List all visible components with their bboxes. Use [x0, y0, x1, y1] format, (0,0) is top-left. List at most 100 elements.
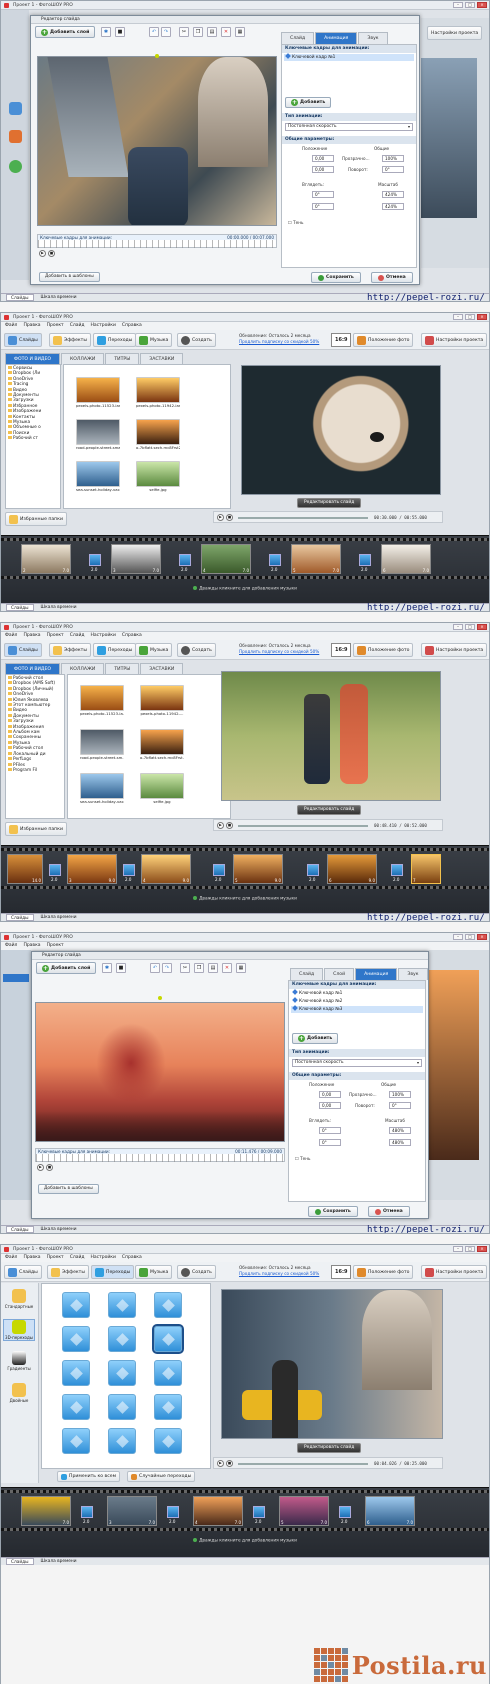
animation-type-select[interactable]: Постоянная скорость — [292, 1059, 422, 1067]
timeline-slide[interactable]: 4 7.0 — [193, 1496, 243, 1526]
status-slides[interactable]: Слайды — [6, 294, 34, 301]
copy-icon[interactable]: ❐ — [193, 27, 203, 37]
timeline-slide[interactable]: 4 9.0 — [141, 854, 191, 884]
tab-create[interactable]: Создать — [177, 643, 216, 657]
menu-help[interactable]: Справка — [122, 632, 142, 640]
transition-item[interactable] — [108, 1428, 136, 1454]
slide-preview[interactable] — [221, 671, 441, 801]
menu-settings[interactable]: Настройки — [91, 1254, 116, 1262]
tab-effects[interactable]: Эффекты — [47, 1265, 89, 1279]
menu-file[interactable]: Файл — [5, 322, 17, 330]
edit-slide-button[interactable]: Редактировать слайд — [297, 1443, 362, 1453]
tab-transitions[interactable]: Переходы — [93, 333, 137, 347]
play-icon[interactable]: ▶ — [217, 1460, 224, 1467]
slide-canvas[interactable] — [37, 56, 277, 226]
music-track[interactable]: Дважды кликните для добавления музыки — [1, 1538, 489, 1544]
scale-y-field[interactable]: 424% — [382, 203, 404, 210]
transition-item[interactable] — [62, 1326, 90, 1352]
transition-icon[interactable] — [391, 864, 403, 876]
menu-edit[interactable]: Правка — [23, 322, 40, 330]
slide-preview[interactable] — [221, 1289, 443, 1439]
stop-icon[interactable]: ■ — [226, 514, 233, 521]
menu-edit[interactable]: Правка — [23, 632, 40, 640]
timeline-slide[interactable]: 3 7.0 — [111, 544, 161, 574]
aspect-ratio-button[interactable]: 16:9 — [331, 643, 352, 657]
thumbnail[interactable]: o-7bflatt.sech.mc8Frst... — [140, 729, 184, 760]
keyframe-item[interactable]: Ключевой кадр №2 — [291, 997, 423, 1005]
tilt-x-field[interactable]: 0° — [319, 1127, 341, 1134]
close-icon[interactable]: × — [477, 2, 487, 8]
tab-music[interactable]: Музыка — [135, 1265, 173, 1279]
progress-track[interactable] — [238, 1463, 368, 1465]
effect-icon[interactable]: ✱ — [101, 27, 111, 37]
menu-file[interactable]: Файл — [5, 632, 17, 640]
transition-item[interactable] — [62, 1360, 90, 1386]
status-timeline[interactable]: Шкала времени — [37, 914, 81, 921]
close-icon[interactable]: × — [477, 1246, 487, 1252]
transition-icon[interactable] — [179, 554, 191, 566]
delete-icon[interactable]: ✕ — [222, 963, 232, 973]
menu-help[interactable]: Справка — [122, 1254, 142, 1262]
tab-music[interactable]: Музыка — [135, 643, 173, 657]
renew-link[interactable]: Продлить подписку со скидкой 50% — [239, 1271, 319, 1277]
redo-icon[interactable]: ↷ — [162, 963, 172, 973]
rotation-field[interactable]: 0° — [389, 1102, 411, 1109]
thumbnail[interactable]: selfie.jpg — [136, 461, 180, 492]
timeline-slide[interactable]: 14.0 — [7, 854, 43, 884]
add-keyframe-button[interactable]: + Добавить — [285, 97, 332, 108]
tab-slide[interactable]: Слайд — [281, 32, 315, 44]
camera-icon[interactable]: ■ — [116, 963, 126, 973]
tilt-y-field[interactable]: 0° — [319, 1139, 341, 1146]
tab-effects[interactable]: Эффекты — [49, 643, 91, 657]
transition-item[interactable] — [154, 1360, 182, 1386]
play-icon[interactable]: ▶ — [39, 250, 46, 257]
thumbnail[interactable]: selfie.jpg — [140, 773, 184, 804]
menu-settings[interactable]: Настройки — [91, 632, 116, 640]
grid-icon[interactable]: ▦ — [235, 27, 245, 37]
camera-icon[interactable]: ■ — [115, 27, 125, 37]
transition-icon[interactable] — [123, 864, 135, 876]
effect-icon[interactable]: ✱ — [102, 963, 112, 973]
transition-icon[interactable] — [339, 1506, 351, 1518]
thumbnail[interactable]: road-people-street-sm... — [80, 729, 124, 760]
keyframe-item[interactable]: Ключевой кадр №1 — [291, 989, 423, 997]
transition-icon[interactable] — [49, 864, 61, 876]
tab-transitions[interactable]: Переходы — [93, 643, 137, 657]
tab-slide[interactable]: Слайд — [290, 968, 324, 980]
transition-icon[interactable] — [253, 1506, 265, 1518]
transition-item[interactable] — [108, 1326, 136, 1352]
timeline-slide[interactable]: 4 7.0 — [201, 544, 251, 574]
tab-layer[interactable]: Слой — [324, 968, 355, 980]
progress-track[interactable] — [238, 825, 368, 827]
status-slides[interactable]: Слайды — [6, 1558, 34, 1565]
project-settings-button[interactable]: Настройки проекта — [421, 333, 488, 347]
keyframe-ruler[interactable]: Ключевые кадры для анимации: 00:11.476 / … — [35, 1148, 285, 1162]
cut-icon[interactable]: ✂ — [179, 27, 189, 37]
thumbnail[interactable]: o-7bflatt.sech.mc8Frst2ZP... — [136, 419, 180, 450]
folder-tree[interactable]: Сервисы Dropbox (Ли OneDrive Tracing Вид… — [5, 364, 61, 509]
add-keyframe-button[interactable]: + Добавить — [292, 1033, 339, 1044]
progress-track[interactable] — [238, 517, 368, 519]
folder-tree[interactable]: Рабочий стол Dropbox (AMS Soft) Dropbox … — [5, 674, 65, 819]
maximize-icon[interactable]: □ — [465, 2, 475, 8]
close-icon[interactable]: × — [477, 314, 487, 320]
play-icon[interactable]: ▶ — [217, 514, 224, 521]
timeline-slide[interactable]: 7 — [411, 854, 441, 884]
maximize-icon[interactable]: □ — [465, 624, 475, 630]
transition-icon[interactable] — [167, 1506, 179, 1518]
timeline-slide[interactable]: 2 7.0 — [21, 544, 71, 574]
timeline-slide[interactable]: 7.0 — [21, 1496, 71, 1526]
favorites-button[interactable]: Избранные папки — [5, 512, 67, 526]
menu-project[interactable]: Проект — [47, 1254, 64, 1262]
tab-sound[interactable]: Звук — [398, 968, 428, 980]
tilt-y-field[interactable]: 0° — [312, 203, 334, 210]
category-double[interactable]: Двойные — [3, 1383, 35, 1403]
add-layer-button[interactable]: + Добавить слой — [35, 26, 96, 38]
apply-all-button[interactable]: Применить ко всем — [57, 1471, 121, 1482]
menu-slide[interactable]: Слайд — [70, 1254, 85, 1262]
menu-file[interactable]: Файл — [5, 1254, 17, 1262]
maximize-icon[interactable]: □ — [465, 314, 475, 320]
thumbnail[interactable]: pexels-photo-11523-la... — [80, 685, 124, 716]
renew-link[interactable]: Продлить подписку со скидкой 50% — [239, 339, 319, 345]
tab-sound[interactable]: Звук — [358, 32, 388, 44]
